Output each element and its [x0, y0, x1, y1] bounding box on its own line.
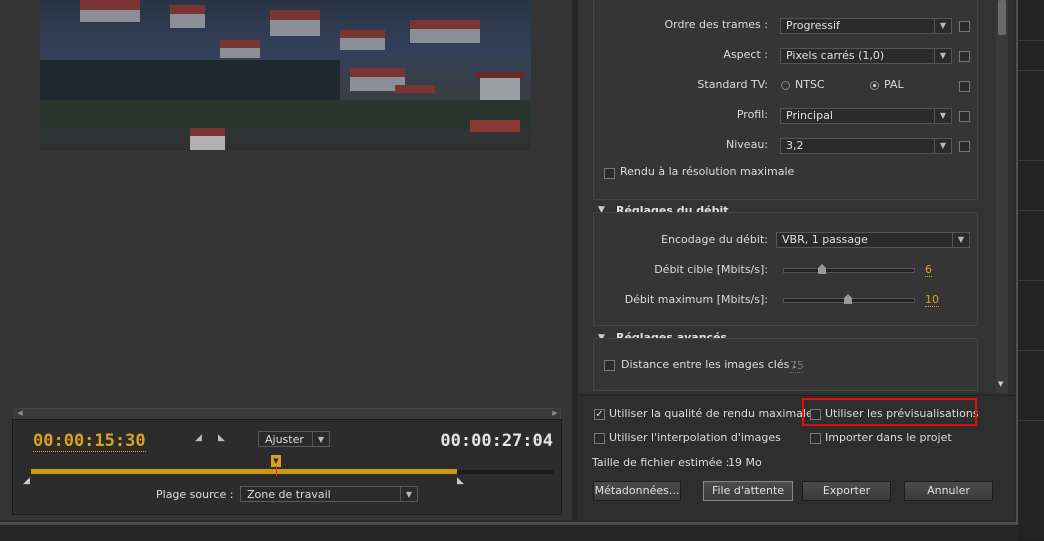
- highlight-annotation: [802, 398, 977, 426]
- metadata-button[interactable]: Métadonnées...: [593, 481, 681, 501]
- max-render-checkbox[interactable]: [604, 168, 615, 179]
- profile-label: Profil:: [736, 108, 768, 121]
- chevron-down-icon: ▼: [934, 49, 951, 63]
- file-size-value: 19 Mo: [728, 456, 762, 469]
- keyframe-distance-value[interactable]: 75: [790, 359, 804, 373]
- level-label: Niveau:: [726, 138, 768, 151]
- scroll-thumb[interactable]: [998, 0, 1006, 35]
- video-settings-group: Ordre des trames : Progressif ▼ Aspect :…: [593, 0, 978, 200]
- scroll-right-icon[interactable]: ▶: [550, 408, 560, 418]
- pal-radio[interactable]: [870, 81, 879, 90]
- source-preview-panel: ◀ ▶ 00:00:15:30 ◢ ◣ Ajuster ▼ 00:00:27:0…: [0, 0, 572, 520]
- aspect-label: Aspect :: [723, 48, 768, 61]
- bitrate-encoding-dropdown[interactable]: VBR, 1 passage ▼: [776, 232, 970, 248]
- chevron-down-icon: ▼: [934, 109, 951, 123]
- interpolation-label: Utiliser l'interpolation d'images: [609, 431, 781, 444]
- tv-standard-label: Standard TV:: [697, 78, 768, 91]
- chevron-down-icon: ▼: [934, 19, 951, 33]
- target-bitrate-value[interactable]: 6: [925, 263, 932, 277]
- in-point-timecode[interactable]: 00:00:15:30: [33, 431, 146, 452]
- chevron-down-icon: ▼: [312, 432, 329, 446]
- out-marker-icon[interactable]: ◣: [457, 476, 464, 486]
- in-marker-icon[interactable]: ◢: [23, 476, 30, 486]
- ntsc-radio[interactable]: [781, 81, 790, 90]
- max-quality-label: Utiliser la qualité de rendu maximale: [609, 407, 813, 420]
- advanced-group: Distance entre les images clés : 75: [593, 338, 978, 391]
- max-bitrate-knob[interactable]: [844, 294, 852, 304]
- export-settings-dialog: ◀ ▶ 00:00:15:30 ◢ ◣ Ajuster ▼ 00:00:27:0…: [0, 0, 1018, 524]
- field-order-dropdown[interactable]: Progressif ▼: [780, 18, 952, 34]
- max-quality-checkbox[interactable]: ✓: [594, 409, 605, 420]
- profile-value: Principal: [786, 109, 833, 122]
- keyframe-distance-label: Distance entre les images clés :: [621, 358, 797, 371]
- settings-vertical-scrollbar[interactable]: ▼: [996, 0, 1008, 393]
- set-in-point-icon[interactable]: ◢: [195, 433, 202, 443]
- playhead-line: [276, 466, 277, 476]
- interpolation-checkbox[interactable]: [594, 433, 605, 444]
- max-bitrate-value[interactable]: 10: [925, 293, 939, 307]
- duration-timecode: 00:00:27:04: [440, 431, 553, 451]
- field-order-value: Progressif: [786, 19, 840, 32]
- bitrate-encoding-value: VBR, 1 passage: [782, 233, 868, 246]
- bitrate-group: Encodage du débit: VBR, 1 passage ▼ Débi…: [593, 212, 978, 326]
- pal-label: PAL: [884, 78, 904, 91]
- playback-controls: 00:00:15:30 ◢ ◣ Ajuster ▼ 00:00:27:04 ▼ …: [12, 419, 562, 515]
- scroll-down-icon[interactable]: ▼: [998, 380, 1003, 388]
- level-lock-checkbox[interactable]: [959, 141, 970, 152]
- export-settings-panel: Ordre des trames : Progressif ▼ Aspect :…: [578, 0, 1014, 521]
- work-area-bar[interactable]: [31, 469, 457, 474]
- level-dropdown[interactable]: 3,2 ▼: [780, 138, 952, 154]
- set-out-point-icon[interactable]: ◣: [218, 433, 225, 443]
- field-order-lock-checkbox[interactable]: [959, 21, 970, 32]
- export-button[interactable]: Exporter: [802, 481, 891, 501]
- source-range-dropdown[interactable]: Zone de travail ▼: [240, 486, 418, 502]
- max-render-label: Rendu à la résolution maximale: [620, 165, 795, 178]
- settings-scroll-area: Ordre des trames : Progressif ▼ Aspect :…: [578, 0, 996, 393]
- aspect-lock-checkbox[interactable]: [959, 51, 970, 62]
- keyframe-distance-checkbox[interactable]: [604, 360, 615, 371]
- max-bitrate-label: Débit maximum [Mbits/s]:: [624, 293, 768, 306]
- background-app-strip: [1018, 0, 1044, 540]
- check-icon: ✓: [595, 409, 604, 420]
- profile-lock-checkbox[interactable]: [959, 111, 970, 122]
- level-value: 3,2: [786, 139, 804, 152]
- ntsc-label: NTSC: [795, 78, 825, 91]
- fit-zoom-value: Ajuster: [265, 433, 304, 446]
- background-bottom-strip: [0, 524, 1018, 541]
- queue-button[interactable]: File d'attente: [703, 481, 793, 501]
- bitrate-encoding-label: Encodage du débit:: [661, 233, 768, 246]
- cancel-button[interactable]: Annuler: [904, 481, 993, 501]
- target-bitrate-slider[interactable]: [783, 268, 915, 273]
- chevron-down-icon: ▼: [952, 233, 969, 247]
- import-project-checkbox[interactable]: [810, 433, 821, 444]
- target-bitrate-knob[interactable]: [818, 264, 826, 274]
- target-bitrate-label: Débit cible [Mbits/s]:: [654, 263, 768, 276]
- tv-standard-lock-checkbox[interactable]: [959, 81, 970, 92]
- file-size-label: Taille de fichier estimée :: [592, 456, 730, 469]
- aspect-value: Pixels carrés (1,0): [786, 49, 885, 62]
- video-preview: [40, 0, 531, 150]
- import-project-label: Importer dans le projet: [825, 431, 952, 444]
- scroll-left-icon[interactable]: ◀: [15, 408, 25, 418]
- chevron-down-icon: ▼: [934, 139, 951, 153]
- aspect-dropdown[interactable]: Pixels carrés (1,0) ▼: [780, 48, 952, 64]
- field-order-label: Ordre des trames :: [664, 18, 769, 31]
- source-range-label: Plage source :: [156, 488, 234, 501]
- profile-dropdown[interactable]: Principal ▼: [780, 108, 952, 124]
- fit-zoom-dropdown[interactable]: Ajuster ▼: [258, 431, 330, 447]
- chevron-down-icon: ▼: [400, 487, 417, 501]
- source-range-value: Zone de travail: [247, 488, 331, 501]
